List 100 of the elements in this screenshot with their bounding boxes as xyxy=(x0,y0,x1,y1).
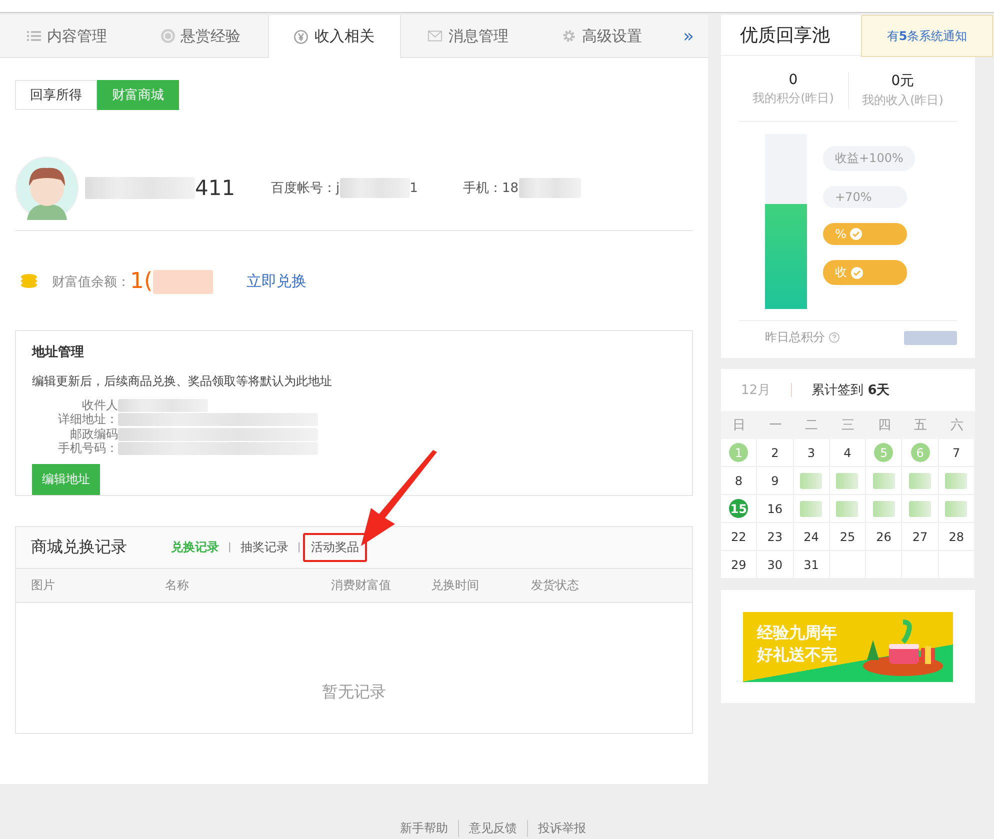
calendar-day: 27 xyxy=(910,527,930,546)
column-header: 名称 xyxy=(165,577,190,594)
empty-message: 暂无记录 xyxy=(322,682,386,702)
stat-value: 0 xyxy=(788,72,799,88)
calendar-day: 28 xyxy=(946,527,966,546)
blurred-day xyxy=(800,472,822,488)
address-title: 地址管理 xyxy=(32,344,85,361)
weekday-label: 四 xyxy=(866,411,902,439)
list-icon xyxy=(26,29,41,43)
banner-text: 经验九周年 xyxy=(757,622,837,644)
bonus-bubble: % xyxy=(823,223,907,245)
account-label: 百度帐号： xyxy=(271,180,336,197)
calendar-day: 29 xyxy=(729,555,748,574)
separator: | xyxy=(297,542,301,553)
user-name: 411 xyxy=(195,176,236,200)
calendar-day: 8 xyxy=(729,471,748,490)
coins-icon xyxy=(20,274,38,290)
blurred-day xyxy=(909,472,932,488)
blurred-day xyxy=(836,500,858,516)
stat-value: 0元 xyxy=(890,72,916,90)
weekday-label: 二 xyxy=(794,411,830,439)
tab[interactable]: 高级设置 xyxy=(535,15,669,57)
blurred-day xyxy=(872,472,895,488)
weekday-label: 一 xyxy=(757,411,794,439)
tab[interactable]: 收入相关 xyxy=(268,15,402,58)
bonus-bubble: 收益+100% xyxy=(823,146,916,171)
blurred-day xyxy=(800,500,822,516)
calendar-day: 30 xyxy=(765,555,784,574)
calendar-day: 2 xyxy=(765,443,784,462)
exchange-link[interactable]: 立即兑换 xyxy=(246,272,307,291)
calendar-day: 26 xyxy=(874,527,894,546)
field-label: 手机号码： xyxy=(57,440,118,458)
records-tab[interactable]: 兑换记录 xyxy=(164,534,226,561)
stat-label: 我的积分(昨日) xyxy=(752,90,835,107)
footer-link[interactable]: 新手帮助 xyxy=(390,820,458,837)
tab[interactable]: 内容管理 xyxy=(0,15,134,57)
calendar-day: 24 xyxy=(802,527,821,546)
check-icon xyxy=(850,228,862,240)
calendar-day: 4 xyxy=(838,443,857,462)
field-label: 收件人 xyxy=(81,396,118,413)
weekday-label: 三 xyxy=(830,411,866,439)
column-header: 消费财富值 xyxy=(331,577,392,594)
blurred-day xyxy=(945,500,968,516)
weekday-label: 六 xyxy=(938,411,975,439)
blurred-total xyxy=(904,330,957,344)
address-note: 编辑更新后，后续商品兑换、奖品领取等将默认为此地址 xyxy=(32,373,333,390)
subtab[interactable]: 回享所得 xyxy=(15,80,97,110)
field-label: 邮政编码 xyxy=(69,426,118,442)
tab[interactable]: 消息管理 xyxy=(401,15,536,57)
column-header: 图片 xyxy=(31,577,56,594)
wealth-label: 财富值余额： xyxy=(52,274,130,290)
tab[interactable]: 悬赏经验 xyxy=(134,15,268,57)
blurred-day xyxy=(872,500,895,516)
weekday-label: 日 xyxy=(721,411,758,439)
blurred-phone xyxy=(518,178,581,198)
stat-label: 我的收入(昨日) xyxy=(861,92,944,109)
blurred-day xyxy=(945,472,968,488)
account-start: j xyxy=(336,180,340,196)
calendar-day: 5 xyxy=(874,443,894,462)
signin-summary: 累计签到 6天 xyxy=(812,382,890,399)
calendar-day: 25 xyxy=(838,527,857,546)
footer-link[interactable]: 意见反馈 xyxy=(458,820,527,837)
avatar xyxy=(15,156,79,220)
column-header: 兑换时间 xyxy=(431,577,480,594)
blurred-value xyxy=(152,270,213,294)
coin-icon xyxy=(160,29,175,43)
phone-label: 手机： xyxy=(463,180,502,197)
total-label: 昨日总积分 xyxy=(765,329,825,346)
calendar-day: 9 xyxy=(765,471,784,490)
mail-icon xyxy=(428,29,442,43)
footer-link[interactable]: 投诉举报 xyxy=(527,820,596,837)
yen-icon xyxy=(294,30,308,44)
help-icon[interactable] xyxy=(829,332,840,343)
records-tab[interactable]: 抽奖记录 xyxy=(233,534,296,561)
blurred-day xyxy=(836,472,858,488)
wealth-value: 1( xyxy=(130,269,153,294)
calendar-day: 3 xyxy=(802,443,821,462)
edit-address-button[interactable]: 编辑地址 xyxy=(32,464,100,495)
weekday-label: 五 xyxy=(902,411,939,439)
pool-title: 优质回享池 xyxy=(740,24,830,47)
banner-text: 好礼送不完 xyxy=(757,644,837,666)
calendar-day: 22 xyxy=(729,527,748,546)
records-title: 商城兑换记录 xyxy=(31,537,127,558)
phone-start: 18 xyxy=(502,180,519,196)
calendar-month: 12月 xyxy=(741,382,771,399)
calendar-day: 7 xyxy=(946,443,966,462)
check-icon xyxy=(851,266,863,278)
column-header: 发货状态 xyxy=(531,577,580,594)
more-tabs-link[interactable]: » xyxy=(668,26,708,46)
notification-banner[interactable]: 有5条系统通知 xyxy=(861,15,993,57)
calendar-day: 15 xyxy=(729,499,748,518)
blurred-account xyxy=(340,178,410,198)
bonus-bubble: 收 xyxy=(823,260,907,285)
calendar-day: 1 xyxy=(729,443,748,462)
bonus-bubble: +70% xyxy=(823,186,907,208)
calendar-day: 31 xyxy=(802,555,821,574)
separator: | xyxy=(228,542,232,553)
blurred-day xyxy=(909,500,932,516)
gear-icon xyxy=(562,29,576,43)
subtab[interactable]: 财富商城 xyxy=(97,80,179,110)
